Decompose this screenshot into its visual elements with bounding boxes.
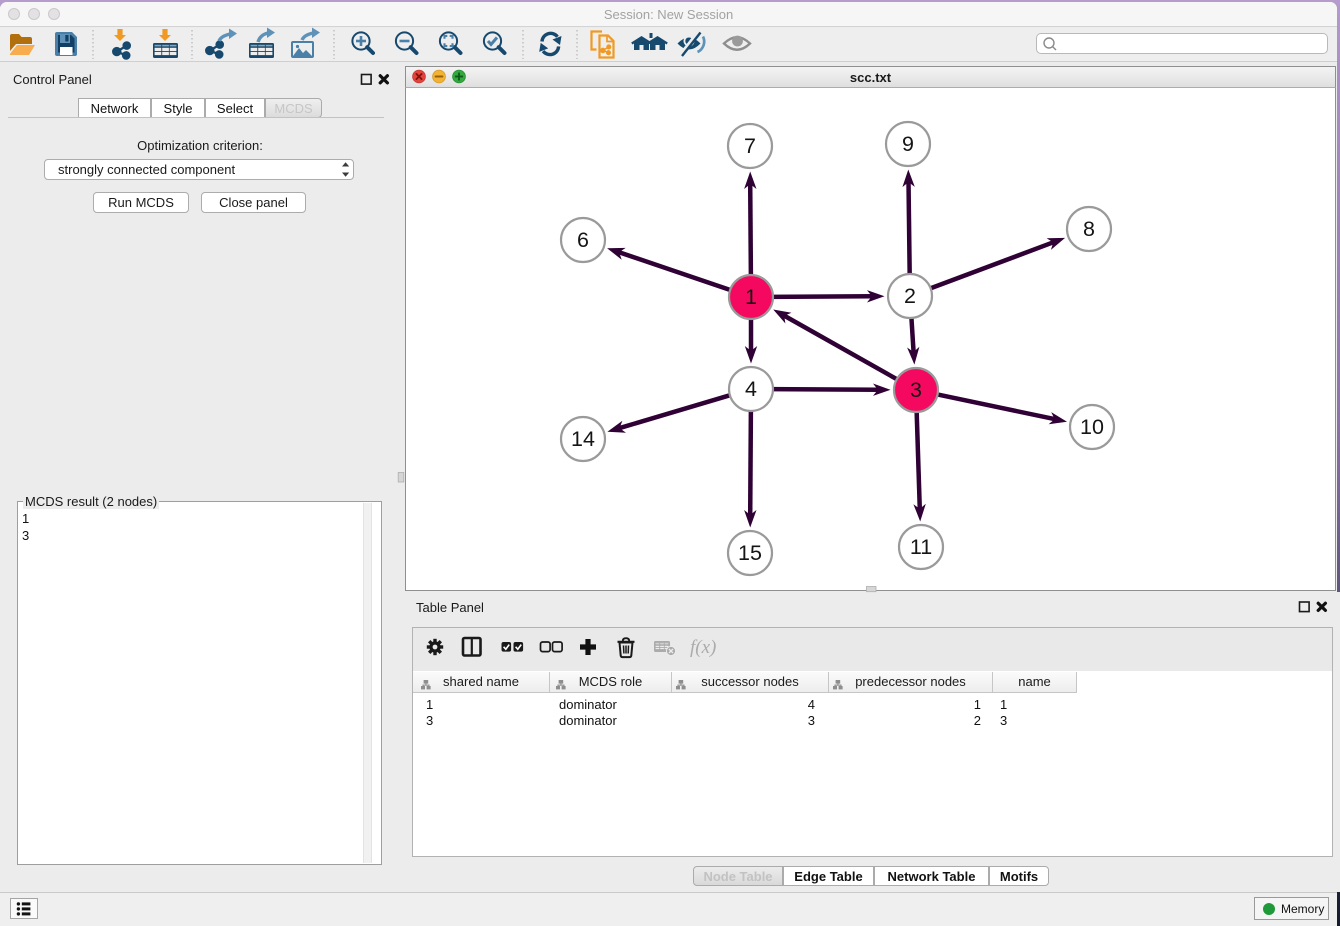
svg-text:4: 4 [745, 377, 757, 401]
svg-text:9: 9 [902, 132, 914, 156]
svg-text:8: 8 [1083, 217, 1095, 241]
svg-text:3: 3 [910, 378, 922, 402]
svg-text:1: 1 [745, 285, 757, 309]
svg-text:7: 7 [744, 134, 756, 158]
svg-text:11: 11 [910, 535, 932, 559]
svg-text:15: 15 [738, 541, 762, 565]
svg-text:14: 14 [571, 427, 595, 451]
svg-text:10: 10 [1080, 415, 1104, 439]
svg-text:2: 2 [904, 284, 916, 308]
svg-text:6: 6 [577, 228, 589, 252]
